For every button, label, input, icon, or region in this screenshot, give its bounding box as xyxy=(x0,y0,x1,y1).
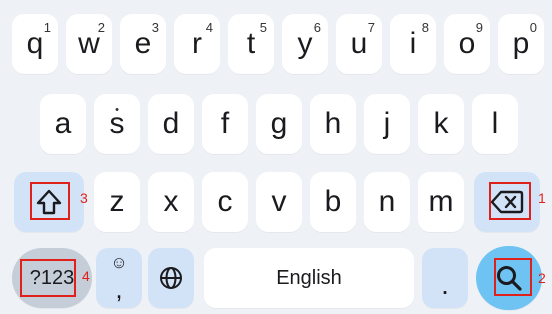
key-x-label: x xyxy=(163,185,179,218)
key-t-label: t xyxy=(246,27,256,60)
key-g[interactable]: g xyxy=(256,94,302,154)
key-d-label: d xyxy=(162,107,180,140)
key-o-alt: 9 xyxy=(475,20,483,35)
key-n-label: n xyxy=(378,185,396,218)
keyboard: q 1 w 2 e 3 r 4 t 5 y 6 u 7 i 8 o 9 p 0 … xyxy=(0,0,552,314)
annotation-number-shift: 3 xyxy=(80,190,88,206)
key-q-alt: 1 xyxy=(43,20,51,35)
annotation-box-backspace xyxy=(489,182,531,220)
key-t-alt: 5 xyxy=(259,20,267,35)
key-c[interactable]: c xyxy=(202,172,248,232)
key-i[interactable]: i 8 xyxy=(390,14,436,74)
key-s-dot: • xyxy=(115,104,119,116)
key-w-label: w xyxy=(78,27,100,60)
key-m[interactable]: m xyxy=(418,172,464,232)
key-o[interactable]: o 9 xyxy=(444,14,490,74)
key-c-label: c xyxy=(217,185,233,218)
key-a[interactable]: a xyxy=(40,94,86,154)
globe-icon xyxy=(159,266,183,290)
annotation-box-shift xyxy=(30,182,70,220)
key-z[interactable]: z xyxy=(94,172,140,232)
key-y-label: y xyxy=(297,27,313,60)
key-k[interactable]: k xyxy=(418,94,464,154)
key-y[interactable]: y 6 xyxy=(282,14,328,74)
key-x[interactable]: x xyxy=(148,172,194,232)
language-key[interactable] xyxy=(148,248,194,308)
key-u[interactable]: u 7 xyxy=(336,14,382,74)
space-bar-label: English xyxy=(276,266,342,289)
key-v[interactable]: v xyxy=(256,172,302,232)
key-f[interactable]: f xyxy=(202,94,248,154)
key-r-label: r xyxy=(192,27,202,60)
key-v-label: v xyxy=(271,185,287,218)
annotation-number-search: 2 xyxy=(538,270,546,286)
key-p-label: p xyxy=(512,27,530,60)
key-j[interactable]: j xyxy=(364,94,410,154)
key-m-label: m xyxy=(428,185,454,218)
space-bar[interactable]: English xyxy=(204,248,414,308)
annotation-box-symbols xyxy=(20,259,76,297)
key-e-alt: 3 xyxy=(151,20,159,35)
key-e[interactable]: e 3 xyxy=(120,14,166,74)
key-f-label: f xyxy=(220,107,230,140)
key-u-label: u xyxy=(350,27,368,60)
key-a-label: a xyxy=(54,107,72,140)
key-r[interactable]: r 4 xyxy=(174,14,220,74)
annotation-number-backspace: 1 xyxy=(538,190,546,206)
key-n[interactable]: n xyxy=(364,172,410,232)
key-i-alt: 8 xyxy=(421,20,429,35)
period-key[interactable]: . xyxy=(422,248,468,308)
comma-label: , xyxy=(115,273,123,304)
key-t[interactable]: t 5 xyxy=(228,14,274,74)
key-b[interactable]: b xyxy=(310,172,356,232)
key-p[interactable]: p 0 xyxy=(498,14,544,74)
key-y-alt: 6 xyxy=(313,20,321,35)
key-d[interactable]: d xyxy=(148,94,194,154)
key-w-alt: 2 xyxy=(97,20,105,35)
key-j-label: j xyxy=(383,107,391,140)
key-r-alt: 4 xyxy=(205,20,213,35)
key-k-label: k xyxy=(433,107,449,140)
key-p-alt: 0 xyxy=(529,20,537,35)
key-o-label: o xyxy=(458,27,476,60)
key-l[interactable]: l xyxy=(472,94,518,154)
key-z-label: z xyxy=(109,185,125,218)
period-label: . xyxy=(441,269,449,300)
key-l-label: l xyxy=(491,107,499,140)
key-b-label: b xyxy=(324,185,342,218)
key-w[interactable]: w 2 xyxy=(66,14,112,74)
key-h-label: h xyxy=(324,107,342,140)
annotation-number-symbols: 4 xyxy=(82,268,90,284)
key-h[interactable]: h xyxy=(310,94,356,154)
emoji-comma-key[interactable]: ☺ , xyxy=(96,248,142,308)
key-g-label: g xyxy=(270,107,288,140)
annotation-box-search xyxy=(494,258,532,296)
key-i-label: i xyxy=(409,27,417,60)
key-e-label: e xyxy=(134,27,152,60)
key-u-alt: 7 xyxy=(367,20,375,35)
key-q[interactable]: q 1 xyxy=(12,14,58,74)
key-q-label: q xyxy=(26,27,44,60)
emoji-icon: ☺ xyxy=(110,253,128,272)
key-s[interactable]: • s xyxy=(94,94,140,154)
